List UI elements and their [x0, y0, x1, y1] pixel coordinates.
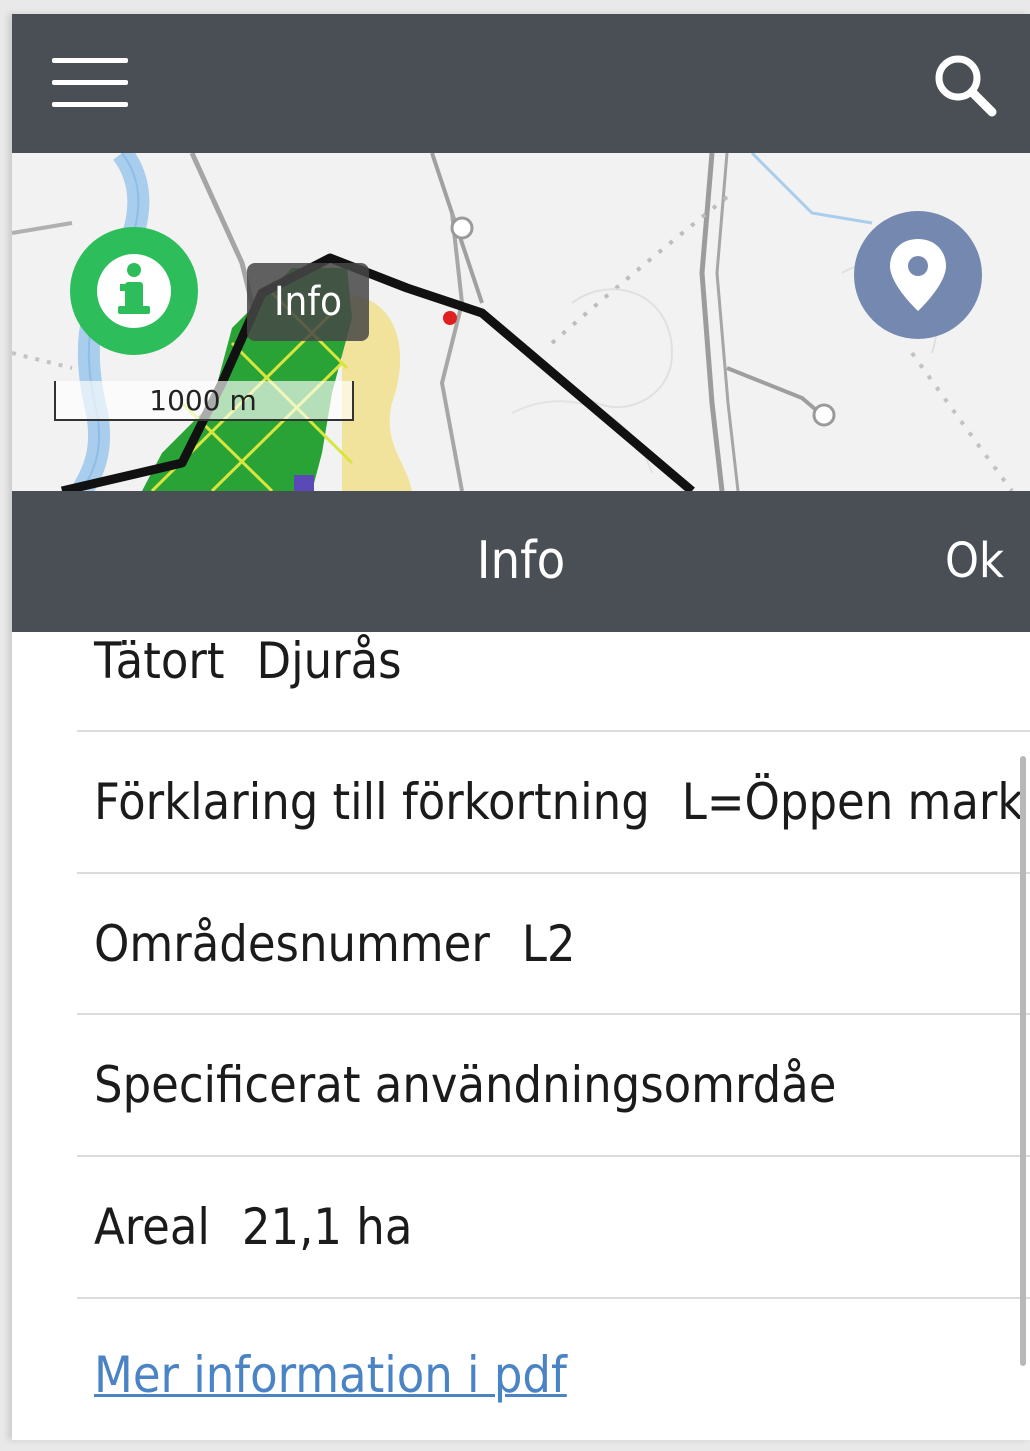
list-item: Specificerat användningsomrdåe	[94, 1056, 868, 1114]
pdf-link[interactable]: Mer information i pdf	[94, 1346, 567, 1404]
ok-button[interactable]: Ok	[945, 491, 1004, 632]
location-pin-icon	[890, 239, 946, 311]
top-app-bar	[12, 14, 1030, 153]
divider	[77, 730, 1030, 732]
panel-title: Info	[476, 531, 566, 591]
attribute-label: Areal	[94, 1198, 210, 1256]
info-icon	[97, 254, 171, 328]
divider	[77, 1013, 1030, 1015]
info-tooltip: Info	[247, 263, 369, 341]
search-icon[interactable]	[930, 50, 1000, 120]
divider	[77, 1297, 1030, 1299]
hamburger-menu-icon[interactable]	[52, 58, 130, 110]
app-frame: Info 1000 m Info Ok Tätort Djurås Förklar…	[12, 14, 1030, 1440]
attribute-value: Djurås	[256, 632, 402, 690]
attribute-value: L2	[521, 915, 576, 973]
scale-label: 1000 m	[149, 384, 257, 417]
scrollbar[interactable]	[1020, 756, 1026, 1366]
list-item: Tätort Djurås	[94, 632, 402, 690]
info-panel-header: Info Ok	[12, 491, 1030, 632]
list-item: Områdesnummer L2	[94, 915, 575, 973]
attribute-label: Områdesnummer	[94, 915, 490, 973]
list-item: Areal 21,1 ha	[94, 1198, 412, 1256]
map-view[interactable]: Info 1000 m	[12, 153, 1030, 491]
attribute-label: Tätort	[94, 632, 225, 690]
attribute-value: L=Öppen mark	[681, 773, 1024, 831]
location-button[interactable]	[854, 211, 982, 339]
attribute-value: 21,1 ha	[241, 1198, 413, 1256]
attribute-label: Specificerat användningsomrdåe	[94, 1056, 837, 1114]
info-button[interactable]	[70, 227, 198, 355]
attribute-label: Förklaring till förkortning	[94, 773, 650, 831]
attribute-list[interactable]: Tätort Djurås Förklaring till förkortning…	[12, 632, 1030, 1440]
divider	[77, 872, 1030, 874]
list-item: Förklaring till förkortning L=Öppen mark	[94, 773, 1023, 831]
divider	[77, 1155, 1030, 1157]
